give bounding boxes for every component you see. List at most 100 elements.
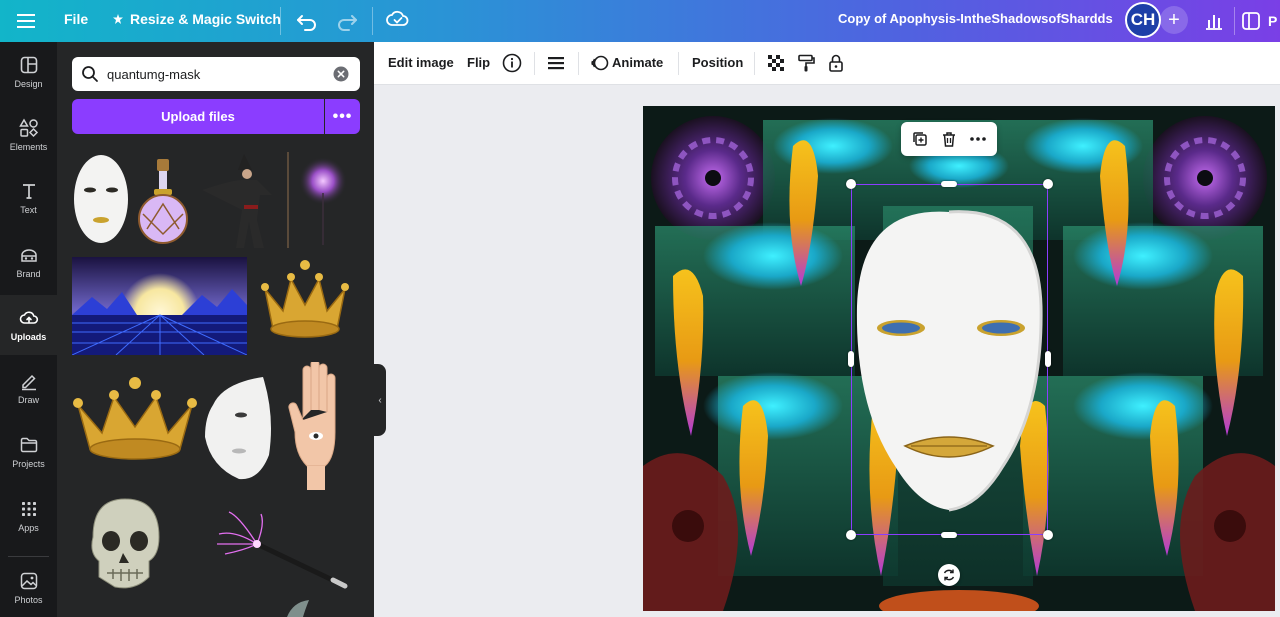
rail-item-draw[interactable]: Draw	[0, 358, 57, 418]
resize-handle-top[interactable]	[941, 181, 957, 187]
add-collaborator-button[interactable]: +	[1160, 6, 1188, 34]
thumb-potion-bottle[interactable]	[137, 159, 189, 249]
element-floating-toolbar	[901, 122, 997, 156]
chevron-left-icon: ‹	[378, 394, 382, 406]
resize-handle-right[interactable]	[1045, 351, 1051, 367]
plus-icon: +	[1168, 8, 1180, 31]
rail-label: Text	[20, 205, 37, 215]
context-toolbar: Edit image Flip Animate Position	[374, 42, 1280, 85]
search-box	[72, 57, 360, 91]
more-dots-icon: •••	[332, 107, 353, 125]
top-bar: File Resize & Magic Switch Copy of Apoph…	[0, 0, 1280, 42]
resize-handle-top-left[interactable]	[846, 179, 856, 189]
hamburger-menu-icon[interactable]	[14, 9, 38, 33]
rail-label: Brand	[16, 269, 41, 279]
divider	[534, 52, 535, 75]
animate-button[interactable]: Animate	[612, 55, 663, 70]
rotate-icon	[943, 569, 955, 581]
thumb-magic-wand[interactable]	[215, 510, 349, 590]
redo-icon[interactable]	[334, 8, 360, 34]
left-rail: Design Elements Text Brand Uploads Draw …	[0, 42, 57, 617]
rail-item-brand[interactable]: Brand	[0, 232, 57, 292]
rail-label: Draw	[17, 395, 39, 405]
flip-button[interactable]: Flip	[467, 55, 490, 70]
brand-icon	[20, 249, 37, 262]
lock-icon[interactable]	[826, 53, 846, 73]
thumb-gold-crown-large[interactable]	[72, 377, 198, 465]
user-avatar[interactable]: CH	[1125, 2, 1161, 38]
search-input[interactable]	[107, 64, 327, 84]
divider	[678, 52, 679, 75]
info-icon[interactable]	[502, 53, 522, 73]
document-title[interactable]: Copy of Apophysis-IntheShadowsofShardds	[838, 11, 1113, 26]
photo-icon	[20, 572, 37, 590]
upload-files-button[interactable]: Upload files	[72, 99, 324, 134]
resize-handle-bottom-right[interactable]	[1043, 530, 1053, 540]
collapse-panel-button[interactable]: ‹	[374, 364, 386, 436]
uploads-panel: Upload files •••	[57, 42, 374, 617]
rail-label: Design	[14, 79, 43, 89]
insights-chart-icon[interactable]	[1200, 7, 1228, 35]
present-button[interactable]: P	[1240, 7, 1280, 35]
magic-crown-icon	[113, 14, 123, 24]
rail-item-photos[interactable]: Photos	[0, 558, 57, 617]
trash-icon[interactable]	[940, 130, 958, 148]
rail-item-uploads[interactable]: Uploads	[0, 295, 57, 355]
present-label: P	[1268, 13, 1278, 29]
position-button[interactable]: Position	[692, 55, 743, 70]
editor-app: File Resize & Magic Switch Copy of Apoph…	[0, 0, 1280, 617]
cloud-saved-icon[interactable]	[385, 6, 411, 32]
resize-handle-top-right[interactable]	[1043, 179, 1053, 189]
more-options-icon[interactable]	[969, 130, 987, 148]
divider	[578, 52, 579, 75]
thumb-eye-hand[interactable]	[285, 362, 349, 490]
edit-image-button[interactable]: Edit image	[388, 55, 454, 70]
duplicate-icon[interactable]	[911, 130, 929, 148]
cloud-upload-icon	[19, 311, 38, 324]
shapes-icon	[18, 118, 38, 138]
thumb-white-mask[interactable]	[72, 154, 130, 246]
layout-icon	[20, 56, 37, 74]
transparency-icon[interactable]	[766, 53, 786, 73]
selection-box[interactable]	[851, 184, 1048, 535]
rail-item-design[interactable]: Design	[0, 42, 57, 102]
thumb-witch-figure[interactable]	[202, 150, 294, 250]
thumb-magic-staff[interactable]	[295, 155, 351, 245]
text-icon	[22, 184, 35, 199]
resize-magic-switch-button[interactable]: Resize & Magic Switch	[112, 11, 281, 27]
pen-icon	[21, 374, 36, 391]
rail-divider	[8, 556, 49, 557]
resize-handle-bottom-left[interactable]	[846, 530, 856, 540]
file-menu-button[interactable]: File	[64, 11, 88, 27]
rail-label: Elements	[9, 142, 48, 152]
upload-options-button[interactable]: •••	[325, 99, 360, 134]
clear-search-icon[interactable]	[333, 66, 349, 82]
rail-label: Photos	[14, 595, 43, 605]
resize-label: Resize & Magic Switch	[130, 11, 281, 27]
divider	[280, 7, 281, 35]
divider	[1234, 7, 1235, 35]
resize-handle-left[interactable]	[848, 351, 854, 367]
paint-roller-icon[interactable]	[796, 53, 816, 73]
thumb-partial-item[interactable]	[283, 600, 313, 617]
rail-label: Apps	[18, 523, 39, 533]
search-icon	[82, 66, 98, 82]
thumb-skull[interactable]	[85, 497, 163, 593]
folder-icon	[20, 437, 37, 453]
rail-label: Uploads	[10, 332, 47, 342]
rail-item-apps[interactable]: Apps	[0, 486, 57, 546]
thumb-white-mask-side[interactable]	[203, 375, 277, 483]
thumb-synthwave-sun[interactable]	[72, 257, 247, 355]
undo-icon[interactable]	[294, 8, 320, 34]
divider	[372, 7, 373, 35]
animate-icon[interactable]	[590, 53, 610, 73]
resize-handle-bottom[interactable]	[941, 532, 957, 538]
rail-item-projects[interactable]: Projects	[0, 422, 57, 482]
rail-item-text[interactable]: Text	[0, 168, 57, 228]
rotate-handle[interactable]	[938, 564, 960, 586]
apps-grid-icon	[21, 502, 36, 516]
thumb-gold-crown[interactable]	[257, 259, 353, 345]
divider	[754, 52, 755, 75]
rail-item-elements[interactable]: Elements	[0, 105, 57, 165]
border-style-icon[interactable]	[546, 53, 566, 73]
